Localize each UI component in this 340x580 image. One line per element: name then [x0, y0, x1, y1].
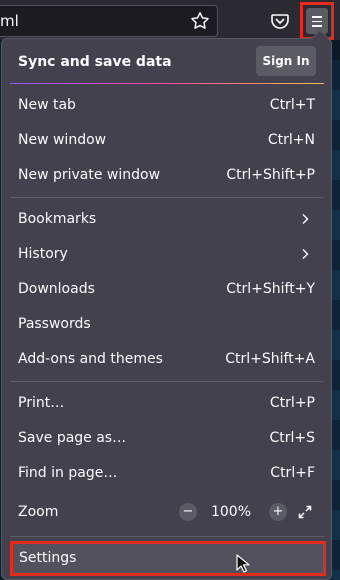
- fullscreen-icon[interactable]: [297, 504, 313, 520]
- menu-item-label: New tab: [18, 97, 76, 113]
- menu-item-shortcut: Ctrl+Shift+A: [225, 351, 315, 367]
- browser-toolbar: ml: [0, 0, 340, 40]
- menu-item-shortcut: Ctrl+Shift+P: [226, 167, 315, 183]
- menu-item-new-window[interactable]: New window Ctrl+N: [2, 123, 331, 158]
- menu-item-shortcut: Ctrl+S: [269, 430, 315, 446]
- menu-item-new-tab[interactable]: New tab Ctrl+T: [2, 88, 331, 123]
- sync-divider: [10, 83, 324, 84]
- zoom-reset-button[interactable]: 100%: [211, 504, 251, 520]
- app-menu-panel: Sync and save data Sign In New tab Ctrl+…: [1, 29, 332, 580]
- menu-item-label: Save page as…: [18, 430, 127, 446]
- menu-item-new-private-window[interactable]: New private window Ctrl+Shift+P: [2, 158, 331, 193]
- zoom-in-button[interactable]: +: [269, 503, 287, 521]
- menu-item-label: Settings: [19, 550, 77, 566]
- menu-separator: [10, 197, 324, 198]
- mouse-cursor-icon: [236, 554, 250, 573]
- menu-item-zoom: Zoom − 100% +: [2, 495, 331, 530]
- hamburger-menu-icon: [312, 16, 322, 27]
- sync-section: Sync and save data Sign In: [2, 39, 331, 83]
- menu-item-label: History: [18, 246, 68, 262]
- menu-item-label: New window: [18, 132, 107, 148]
- chevron-right-icon: [302, 214, 309, 224]
- sync-title: Sync and save data: [18, 54, 172, 70]
- menu-item-label: Zoom: [18, 504, 59, 520]
- menu-item-bookmarks[interactable]: Bookmarks: [2, 202, 331, 237]
- menu-item-downloads[interactable]: Downloads Ctrl+Shift+Y: [2, 272, 331, 307]
- sign-in-button[interactable]: Sign In: [256, 46, 316, 76]
- url-bar[interactable]: ml: [0, 5, 218, 37]
- menu-item-settings[interactable]: Settings: [10, 541, 326, 576]
- menu-item-label: Add-ons and themes: [18, 351, 163, 367]
- menu-item-find-in-page[interactable]: Find in page… Ctrl+F: [2, 456, 331, 491]
- menu-item-shortcut: Ctrl+F: [270, 465, 315, 481]
- menu-item-shortcut: Ctrl+N: [267, 132, 315, 148]
- menu-item-label: Print…: [18, 395, 65, 411]
- menu-separator: [10, 536, 324, 537]
- menu-item-label: Passwords: [18, 316, 91, 332]
- menu-item-shortcut: Ctrl+P: [269, 395, 315, 411]
- menu-item-label: Bookmarks: [18, 211, 97, 227]
- chevron-right-icon: [302, 249, 309, 259]
- menu-separator: [10, 381, 324, 382]
- menu-item-label: New private window: [18, 167, 161, 183]
- zoom-controls: − 100% +: [178, 501, 313, 523]
- menu-item-label: Downloads: [18, 281, 95, 297]
- menu-item-shortcut: Ctrl+Shift+Y: [226, 281, 315, 297]
- menu-item-label: Find in page…: [18, 465, 118, 481]
- menu-item-addons-themes[interactable]: Add-ons and themes Ctrl+Shift+A: [2, 342, 331, 377]
- url-text: ml: [0, 12, 19, 30]
- menu-item-passwords[interactable]: Passwords: [2, 307, 331, 342]
- menu-item-history[interactable]: History: [2, 237, 331, 272]
- zoom-out-button[interactable]: −: [178, 503, 197, 521]
- pocket-icon[interactable]: [268, 9, 292, 33]
- bookmark-star-icon[interactable]: [189, 10, 211, 32]
- menu-item-shortcut: Ctrl+T: [269, 97, 315, 113]
- menu-item-save-page-as[interactable]: Save page as… Ctrl+S: [2, 421, 331, 456]
- menu-item-print[interactable]: Print… Ctrl+P: [2, 386, 331, 421]
